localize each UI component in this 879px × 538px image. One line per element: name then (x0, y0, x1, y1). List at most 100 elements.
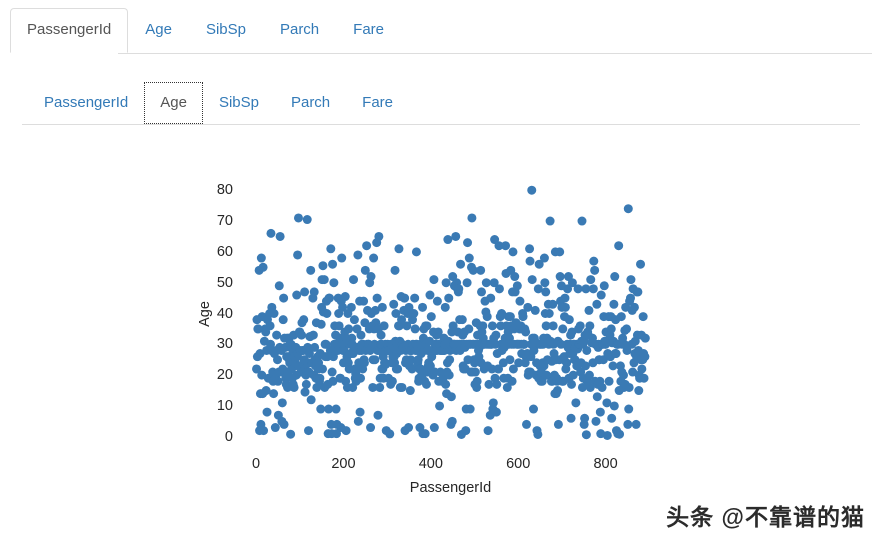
scatter-point (464, 324, 474, 334)
scatter-point (624, 404, 634, 414)
scatter-point (629, 302, 639, 312)
scatter-point (369, 253, 379, 263)
inner-tab-list: PassengerId Age SibSp Parch Fare (28, 82, 409, 124)
scatter-point (444, 293, 454, 303)
inner-tab-parch[interactable]: Parch (275, 82, 346, 124)
scatter-point (494, 284, 504, 294)
scatter-point (274, 281, 284, 291)
page-root: PassengerId Age SibSp Parch Fare Passeng… (0, 0, 879, 538)
outer-tab-passengerid[interactable]: PassengerId (10, 8, 129, 53)
scatter-point (425, 290, 435, 300)
outer-tab-age[interactable]: Age (128, 8, 189, 53)
scatter-point (340, 292, 350, 302)
scatter-point (510, 272, 520, 282)
scatter-point (394, 244, 404, 254)
y-tick-label: 60 (216, 243, 233, 260)
outer-tab-strip: PassengerId Age SibSp Parch Fare (0, 8, 879, 54)
scatter-point (589, 256, 599, 266)
scatter-point (486, 293, 496, 303)
scatter-point (316, 404, 326, 414)
scatter-point (606, 324, 616, 334)
scatter-point (558, 324, 568, 334)
scatter-point (567, 379, 577, 389)
scatter-point (585, 321, 595, 331)
scatter-point (258, 262, 268, 272)
scatter-point (346, 302, 356, 312)
outer-tab-fare[interactable]: Fare (336, 8, 401, 53)
scatter-point (266, 228, 276, 238)
inner-tab-age[interactable]: Age (144, 82, 203, 124)
scatter-point (599, 281, 609, 291)
scatter-point (306, 265, 316, 275)
scatter-point (353, 416, 363, 426)
inner-tab-sibsp[interactable]: SibSp (203, 82, 275, 124)
inner-tab-passengerid[interactable]: PassengerId (28, 82, 144, 124)
scatter-point (491, 330, 501, 340)
scatter-point (289, 382, 299, 392)
scatter-point (522, 419, 532, 429)
scatter-point (370, 355, 380, 365)
scatter-point (379, 321, 389, 331)
outer-tab-parch[interactable]: Parch (263, 8, 336, 53)
scatter-point (308, 330, 318, 340)
scatter-point (273, 355, 283, 365)
y-tick-label: 0 (224, 428, 233, 445)
scatter-point (429, 275, 439, 285)
scatter-point (456, 259, 466, 269)
outer-tab-sibsp[interactable]: SibSp (189, 8, 263, 53)
scatter-point (481, 278, 491, 288)
scatter-point (529, 404, 538, 414)
scatter-point (359, 296, 369, 306)
x-tick-label: 800 (593, 456, 618, 472)
scatter-point (636, 259, 646, 269)
scatter-point (375, 382, 385, 392)
scatter-point (461, 426, 471, 436)
scatter-point (262, 407, 272, 417)
scatter-point (329, 278, 339, 288)
y-tick-label: 70 (216, 213, 233, 230)
scatter-point (337, 253, 347, 263)
scatter-point (297, 330, 307, 340)
scatter-point (404, 423, 414, 433)
scatter-point (293, 213, 303, 223)
scatter-point (633, 287, 643, 297)
scatter-point (488, 398, 498, 408)
scatter-point (640, 333, 650, 343)
scatter-point (341, 426, 351, 436)
scatter-point (467, 213, 477, 223)
scatter-point (525, 244, 535, 254)
scatter-point (270, 423, 280, 433)
inner-tab-fare[interactable]: Fare (346, 82, 409, 124)
scatter-point (631, 419, 641, 429)
scatter-point (637, 364, 647, 374)
scatter-point (560, 302, 570, 312)
scatter-point (544, 309, 554, 318)
scatter-point (592, 299, 602, 309)
scatter-point (541, 287, 551, 297)
scatter-point (604, 376, 614, 386)
scatter-point (400, 293, 410, 303)
scatter-point (265, 321, 275, 331)
scatter-point (611, 349, 621, 359)
scatter-point (374, 231, 384, 241)
scatter-point (582, 345, 592, 355)
x-tick-label: 200 (331, 456, 356, 472)
scatter-point (525, 256, 535, 266)
scatter-point (376, 330, 386, 340)
scatter-point (444, 370, 454, 380)
scatter-point (548, 321, 558, 331)
x-tick-label: 600 (506, 456, 531, 472)
scatter-point (410, 293, 420, 303)
scatter-point (607, 413, 617, 423)
scatter-point (277, 398, 287, 408)
scatter-point (463, 238, 473, 248)
scatter-point (385, 429, 395, 439)
scatter-point (319, 275, 329, 285)
scatter-point (501, 241, 511, 251)
scatter-point (478, 321, 488, 331)
scatter-figure: 0 10 20 30 40 50 60 70 80 0 200 400 600 800 Passenge… (160, 154, 680, 504)
scatter-point (293, 250, 303, 260)
scatter-point (356, 330, 366, 340)
scatter-point (615, 429, 625, 439)
chart-panel: 0 10 20 30 40 50 60 70 80 0 200 400 600 800 Passenge… (0, 134, 879, 514)
